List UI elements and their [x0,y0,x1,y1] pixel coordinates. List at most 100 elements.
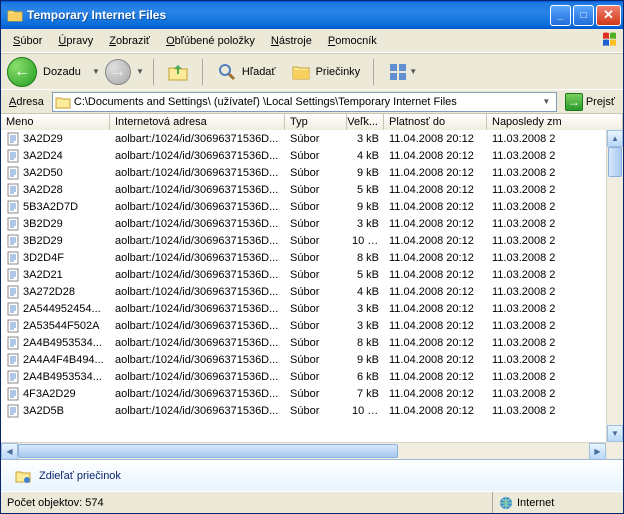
scroll-left-button[interactable]: ◀ [1,443,18,459]
table-row[interactable]: 3D2D4Faolbart:/1024/id/30696371536D...Sú… [1,249,623,266]
cell-name: 4F3A2D29 [1,387,110,401]
col-expire[interactable]: Platnosť do [384,114,487,130]
table-row[interactable]: 3A2D5Baolbart:/1024/id/30696371536D...Sú… [1,402,623,419]
file-icon [6,217,20,231]
table-row[interactable]: 3A2D50aolbart:/1024/id/30696371536D...Sú… [1,164,623,181]
cell-expire: 11.04.2008 20:12 [384,235,487,247]
cell-accessed: 11.03.2008 2 [487,303,623,315]
go-button[interactable]: → Prejsť [561,91,619,113]
cell-expire: 11.04.2008 20:12 [384,286,487,298]
table-row[interactable]: 3A2D28aolbart:/1024/id/30696371536D...Sú… [1,181,623,198]
cell-accessed: 11.03.2008 2 [487,320,623,332]
cell-type: Súbor [285,354,347,366]
table-row[interactable]: 3A2D29aolbart:/1024/id/30696371536D...Sú… [1,130,623,147]
file-icon [6,200,20,214]
cell-url: aolbart:/1024/id/30696371536D... [110,354,285,366]
cell-type: Súbor [285,201,347,213]
menu-pomocnik[interactable]: Pomocník [320,32,385,50]
address-field[interactable]: ▼ [52,92,557,112]
forward-dropdown[interactable]: ▼ [135,67,145,76]
col-name[interactable]: Meno [1,114,110,130]
col-type[interactable]: Typ [285,114,347,130]
vertical-scrollbar[interactable]: ▲ ▼ [606,130,623,442]
table-row[interactable]: 2A4B4953534...aolbart:/1024/id/306963715… [1,334,623,351]
col-size[interactable]: Veľk... [347,114,384,130]
vscroll-thumb[interactable] [608,147,622,177]
cell-url: aolbart:/1024/id/30696371536D... [110,269,285,281]
cell-size: 8 kB [347,252,384,264]
address-dropdown[interactable]: ▼ [539,97,554,106]
menu-zobrazit[interactable]: Zobraziť [101,32,158,50]
cell-name: 5B3A2D7D [1,200,110,214]
menu-oblubene[interactable]: Obľúbené položky [158,32,263,50]
cell-size: 9 kB [347,167,384,179]
cell-size: 5 kB [347,184,384,196]
tasks-panel: Zdieľať priečinok [1,459,623,491]
table-row[interactable]: 2A4A4F4B494...aolbart:/1024/id/306963715… [1,351,623,368]
cell-name: 2A4B4953534... [1,370,110,384]
scroll-down-button[interactable]: ▼ [607,425,623,442]
search-button[interactable]: Hľadať [211,57,281,87]
menu-upravy[interactable]: Úpravy [50,32,101,50]
col-accessed[interactable]: Naposledy zm [487,114,623,130]
cell-accessed: 11.03.2008 2 [487,405,623,417]
titlebar[interactable]: Temporary Internet Files _ □ ✕ [1,1,623,29]
scroll-right-button[interactable]: ▶ [589,443,606,459]
table-row[interactable]: 5B3A2D7Daolbart:/1024/id/30696371536D...… [1,198,623,215]
scroll-up-button[interactable]: ▲ [607,130,623,147]
folder-icon [7,7,23,23]
table-row[interactable]: 3A2D21aolbart:/1024/id/30696371536D...Sú… [1,266,623,283]
menu-subor[interactable]: Súbor [5,32,50,50]
file-icon [6,132,20,146]
file-icon [6,285,20,299]
table-row[interactable]: 4F3A2D29aolbart:/1024/id/30696371536D...… [1,385,623,402]
table-row[interactable]: 2A53544F502Aaolbart:/1024/id/30696371536… [1,317,623,334]
cell-expire: 11.04.2008 20:12 [384,218,487,230]
cell-size: 4 kB [347,150,384,162]
cell-url: aolbart:/1024/id/30696371536D... [110,218,285,230]
cell-size: 9 kB [347,354,384,366]
file-icon [6,387,20,401]
up-button[interactable] [162,57,194,87]
cell-url: aolbart:/1024/id/30696371536D... [110,235,285,247]
cell-type: Súbor [285,252,347,264]
cell-url: aolbart:/1024/id/30696371536D... [110,184,285,196]
col-iaddr[interactable]: Internetová adresa [110,114,285,130]
address-input[interactable] [74,96,539,108]
close-button[interactable]: ✕ [596,5,621,26]
cell-type: Súbor [285,167,347,179]
cell-size: 3 kB [347,133,384,145]
share-folder-link[interactable]: Zdieľať priečinok [39,470,121,482]
hscroll-thumb[interactable] [18,444,398,458]
menu-nastroje[interactable]: Nástroje [263,32,320,50]
table-row[interactable]: 3B2D29aolbart:/1024/id/30696371536D...Sú… [1,215,623,232]
cell-accessed: 11.03.2008 2 [487,133,623,145]
cell-expire: 11.04.2008 20:12 [384,320,487,332]
table-row[interactable]: 3B2D29aolbart:/1024/id/30696371536D...Sú… [1,232,623,249]
back-button[interactable]: ← [7,57,37,87]
cell-expire: 11.04.2008 20:12 [384,303,487,315]
table-row[interactable]: 2A4B4953534...aolbart:/1024/id/306963715… [1,368,623,385]
cell-expire: 11.04.2008 20:12 [384,252,487,264]
internet-zone-icon [499,496,513,510]
minimize-button[interactable]: _ [550,5,571,26]
status-count: Počet objektov: 574 [1,492,493,513]
views-button[interactable]: ▼ [382,58,422,86]
file-icon [6,234,20,248]
folders-button[interactable]: Priečinky [285,57,366,87]
cell-type: Súbor [285,371,347,383]
views-icon [387,61,409,83]
cell-name: 2A544952454... [1,302,110,316]
cell-name: 3A272D28 [1,285,110,299]
cell-accessed: 11.03.2008 2 [487,184,623,196]
cell-accessed: 11.03.2008 2 [487,235,623,247]
table-row[interactable]: 3A2D24aolbart:/1024/id/30696371536D...Sú… [1,147,623,164]
back-dropdown[interactable]: ▼ [91,67,101,76]
table-row[interactable]: 3A272D28aolbart:/1024/id/30696371536D...… [1,283,623,300]
horizontal-scrollbar[interactable]: ◀ ▶ [1,442,606,459]
folders-icon [290,61,312,83]
maximize-button[interactable]: □ [573,5,594,26]
folder-up-icon [167,61,189,83]
table-row[interactable]: 2A544952454...aolbart:/1024/id/306963715… [1,300,623,317]
go-icon: → [565,93,583,111]
